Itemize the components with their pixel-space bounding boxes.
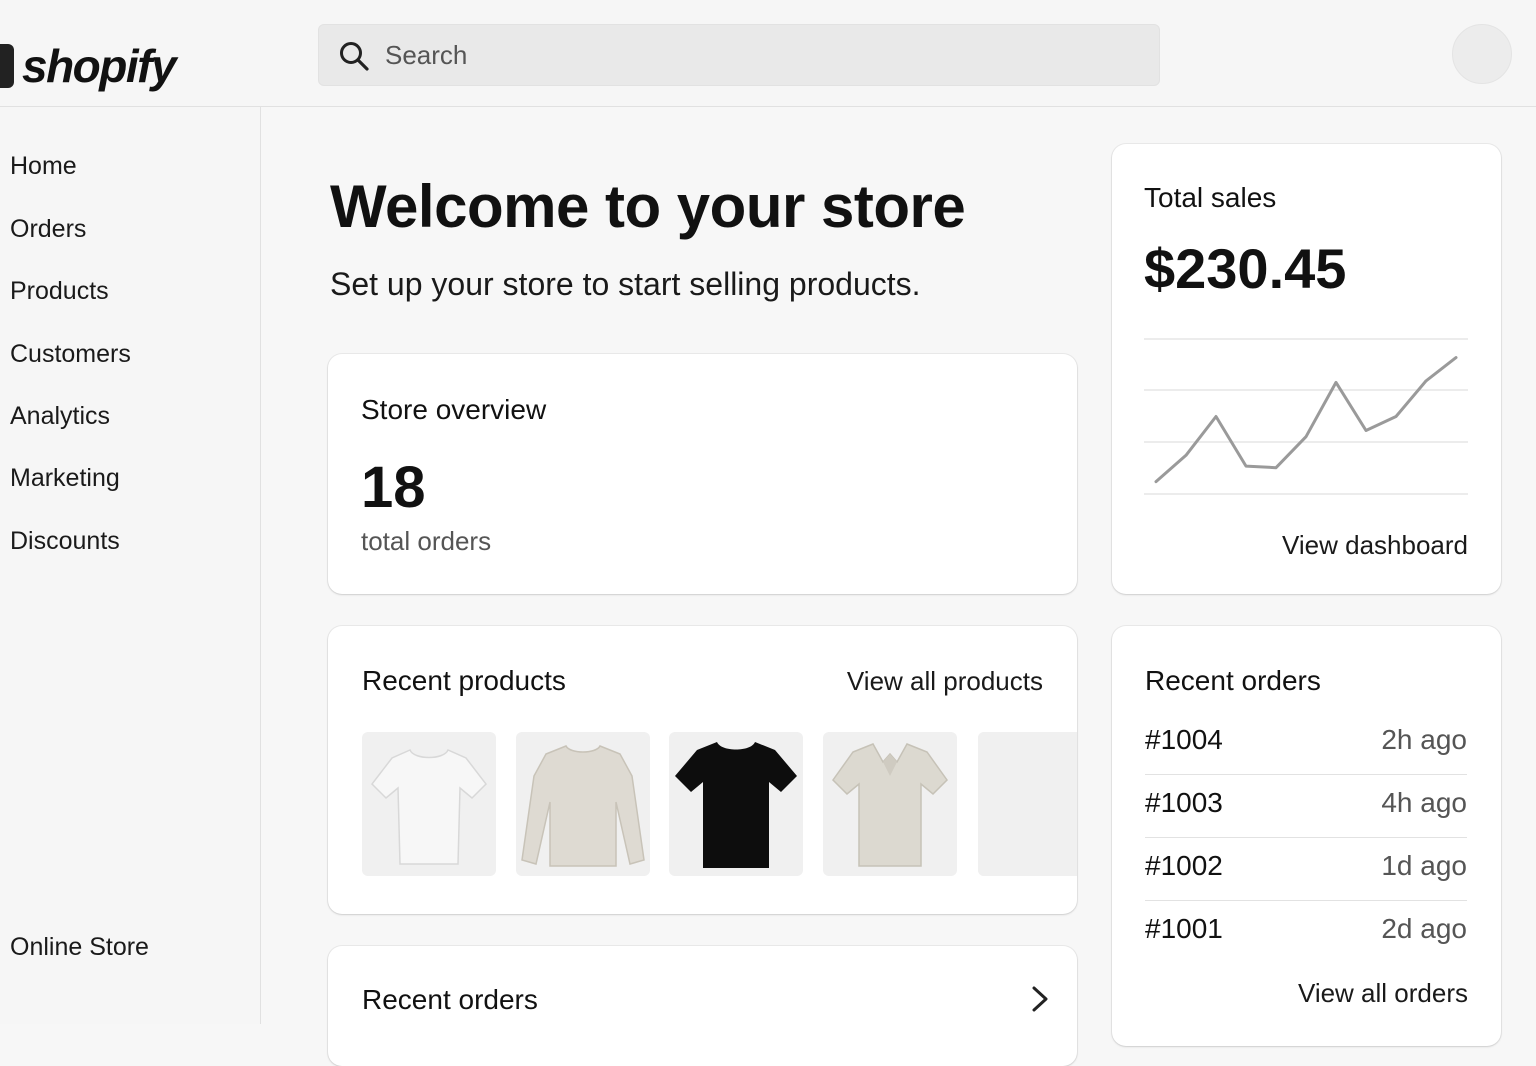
shopping-bag-icon [0, 44, 14, 88]
order-time: 2d ago [1381, 913, 1467, 944]
order-id: #1001 [1145, 913, 1223, 944]
order-row[interactable]: #1004 2h ago [1145, 712, 1467, 775]
view-dashboard-link[interactable]: View dashboard [1282, 530, 1468, 561]
store-overview-title: Store overview [361, 394, 547, 425]
product-thumbnail[interactable] [978, 732, 1077, 876]
white-tshirt-icon [371, 748, 487, 865]
beige-sweater-icon [521, 745, 645, 867]
recent-orders-panel[interactable]: Recent orders [328, 946, 1077, 1066]
sidebar-item-online-store[interactable]: Online Store [10, 933, 149, 962]
product-thumbnail[interactable] [823, 732, 957, 876]
sidebar: Home Orders Products Customers Analytics… [0, 107, 261, 1024]
page-title: Welcome to your store [330, 173, 966, 240]
total-orders-count: 18 [361, 455, 426, 520]
total-orders-caption: total orders [361, 526, 492, 556]
search-bar[interactable] [318, 24, 1160, 86]
sales-trend-chart [1144, 338, 1468, 495]
total-sales-amount: $230.45 [1144, 237, 1347, 300]
order-row[interactable]: #1002 1d ago [1145, 838, 1467, 901]
recent-products-card: Recent products View all products [328, 626, 1077, 914]
sidebar-item-orders[interactable]: Orders [10, 215, 86, 244]
recent-orders-panel-title: Recent orders [362, 984, 538, 1015]
chevron-right-icon[interactable] [1028, 984, 1052, 1014]
sidebar-item-analytics[interactable]: Analytics [10, 402, 110, 431]
page-subtitle: Set up your store to start selling produ… [330, 266, 921, 302]
view-all-orders-link[interactable]: View all orders [1298, 978, 1468, 1009]
order-row[interactable]: #1001 2d ago [1145, 901, 1467, 963]
top-bar: shopify [0, 0, 1536, 107]
search-icon [340, 42, 369, 71]
order-id: #1004 [1145, 724, 1223, 755]
order-time: 2h ago [1381, 724, 1467, 755]
sidebar-item-home[interactable]: Home [10, 152, 77, 181]
order-time: 1d ago [1381, 850, 1467, 881]
placeholder-image-icon [978, 732, 1077, 876]
shopify-logo[interactable]: shopify [0, 38, 177, 94]
recent-orders-title: Recent orders [1145, 665, 1321, 696]
view-all-products-link[interactable]: View all products [847, 666, 1043, 697]
recent-orders-card: Recent orders #1004 2h ago #1003 4h ago … [1112, 626, 1501, 1046]
total-sales-card: Total sales $230.45 View dashboard [1112, 144, 1501, 594]
recent-products-title: Recent products [362, 665, 566, 696]
store-overview-card: Store overview 18 total orders [328, 354, 1077, 594]
search-input[interactable] [385, 25, 1145, 85]
sidebar-item-discounts[interactable]: Discounts [10, 527, 120, 556]
order-id: #1003 [1145, 787, 1223, 818]
avatar[interactable] [1452, 24, 1512, 84]
sidebar-item-customers[interactable]: Customers [10, 340, 131, 369]
black-tshirt-icon [675, 742, 797, 868]
order-id: #1002 [1145, 850, 1223, 881]
total-sales-title: Total sales [1144, 182, 1277, 213]
brand-name: shopify [22, 40, 177, 92]
order-time: 4h ago [1381, 787, 1467, 818]
sidebar-item-marketing[interactable]: Marketing [10, 464, 120, 493]
sidebar-item-products[interactable]: Products [10, 277, 109, 306]
beige-polo-shirt-icon [832, 743, 948, 867]
order-row[interactable]: #1003 4h ago [1145, 775, 1467, 838]
product-thumbnail[interactable] [362, 732, 496, 876]
product-thumbnail[interactable] [516, 732, 650, 876]
sales-trend-line [1154, 356, 1458, 484]
product-thumbnail[interactable] [669, 732, 803, 876]
